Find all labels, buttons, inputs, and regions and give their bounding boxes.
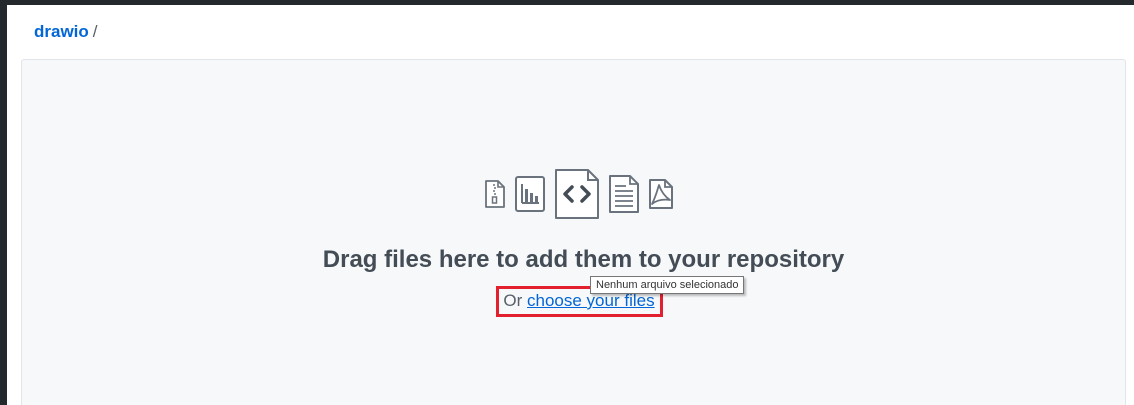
breadcrumb: drawio /: [34, 21, 98, 43]
file-pdf-icon: [648, 178, 674, 210]
or-text: Or: [503, 291, 523, 310]
dropzone-headline: Drag files here to add them to your repo…: [322, 246, 845, 273]
file-type-icons: [22, 168, 1125, 220]
breadcrumb-separator: /: [92, 22, 98, 41]
file-code-icon: [554, 168, 600, 220]
file-input-tooltip: Nenhum arquivo selecionado: [590, 276, 745, 294]
repo-link[interactable]: drawio: [34, 22, 89, 41]
upload-page: drawio / Drag files here to add them to …: [7, 5, 1134, 405]
file-dropzone[interactable]: Drag files here to add them to your repo…: [21, 59, 1126, 405]
file-text-icon: [608, 174, 640, 214]
choose-files-line: Or choose your files: [22, 286, 1125, 317]
file-chart-icon: [514, 175, 546, 213]
file-zip-icon: [484, 179, 506, 209]
